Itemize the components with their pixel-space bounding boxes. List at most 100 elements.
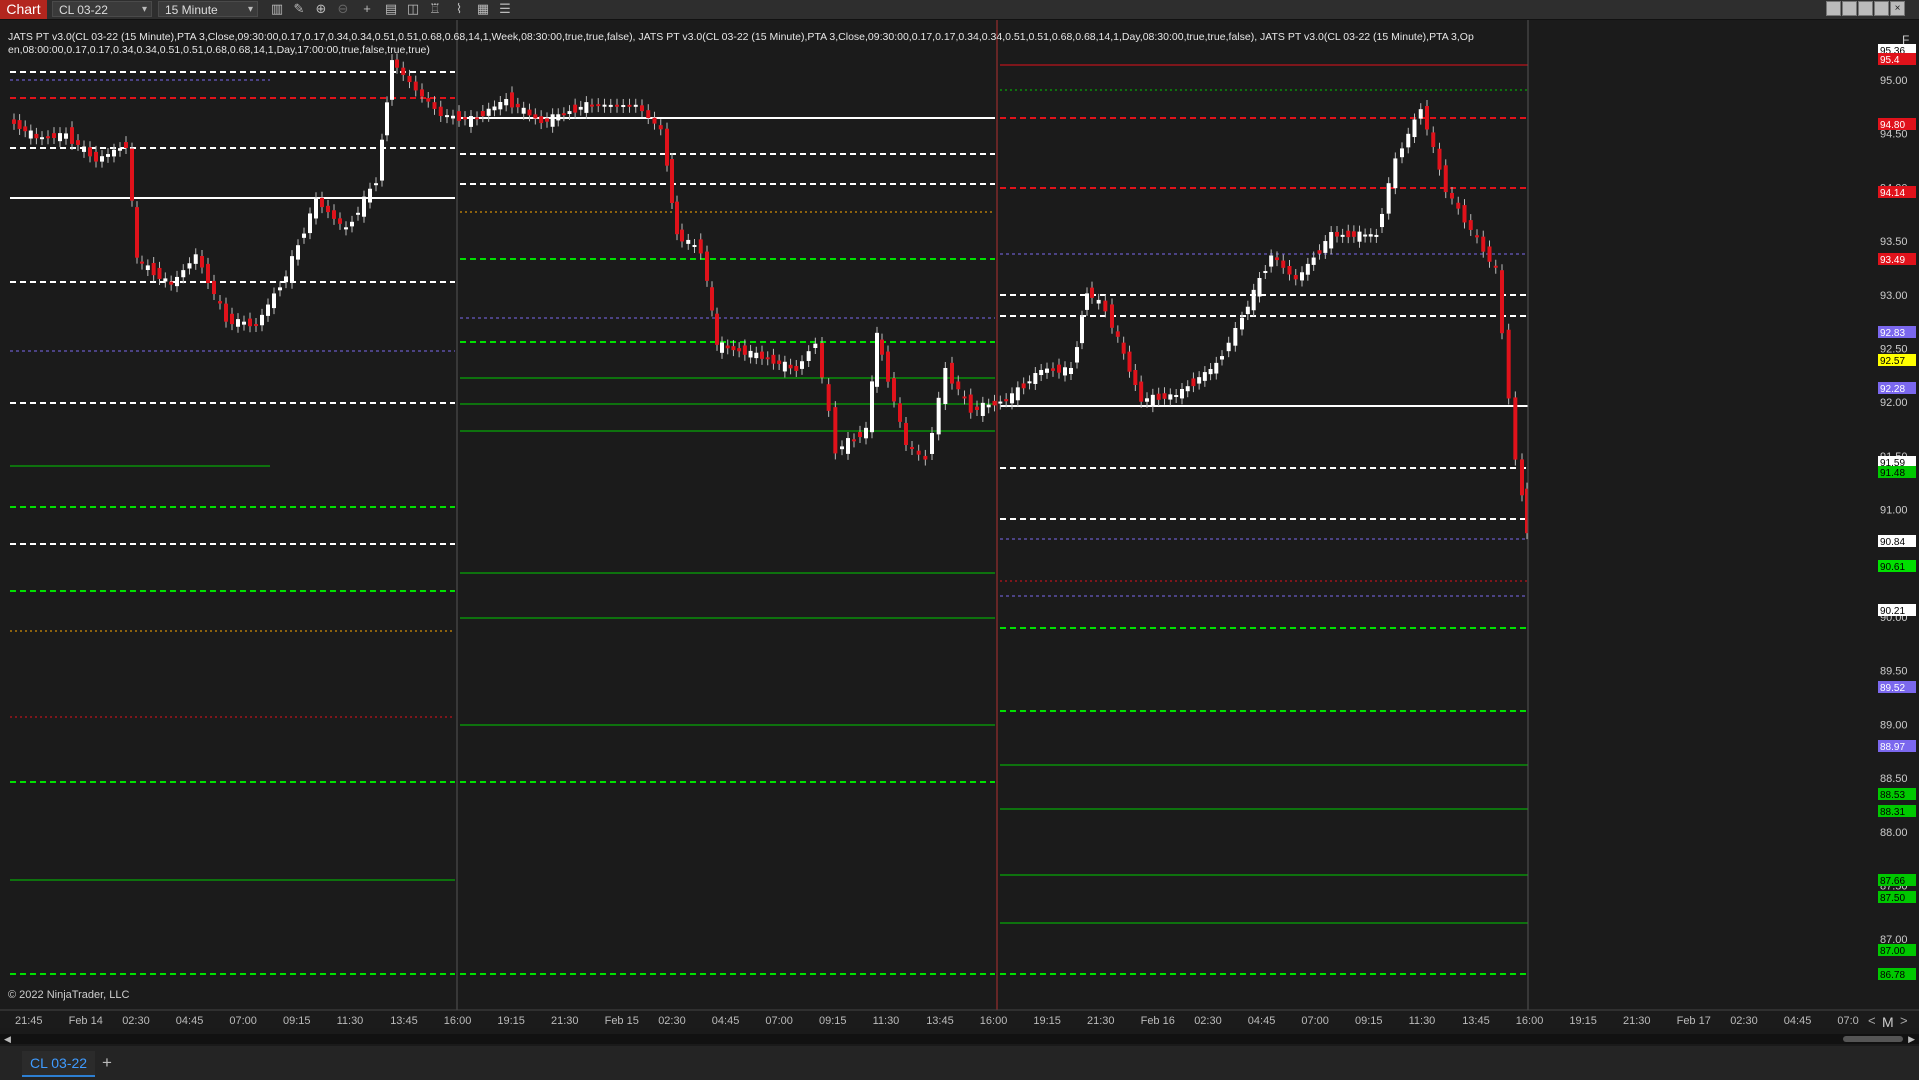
price-marker-label: 89.52 <box>1880 683 1905 694</box>
price-marker-label: 88.53 <box>1880 790 1905 801</box>
candle-body <box>1493 265 1498 268</box>
candle-body <box>515 103 520 108</box>
time-tick-label: Feb 14 <box>69 1015 103 1027</box>
zoom-out-icon[interactable]: ⊖ <box>333 1 353 17</box>
window-icon[interactable] <box>1874 1 1889 16</box>
candle-body <box>1374 234 1379 237</box>
crosshair-icon[interactable]: + <box>357 1 377 17</box>
candle-body <box>498 101 503 110</box>
candle-body <box>1127 351 1132 372</box>
candle-body <box>633 104 638 107</box>
candle-body <box>806 351 811 361</box>
candle-body <box>1335 231 1339 237</box>
time-tick-label: 07:0 <box>1837 1015 1858 1027</box>
add-tab-button[interactable]: + <box>102 1051 112 1075</box>
candle-body <box>923 455 928 460</box>
candle-body <box>771 354 776 364</box>
candle-body <box>665 128 669 166</box>
candle-body <box>1202 372 1207 381</box>
time-tick-label: 21:30 <box>551 1015 579 1027</box>
scroll-left-icon[interactable]: ◀ <box>4 1034 11 1044</box>
time-tick-label: Feb 17 <box>1677 1015 1711 1027</box>
candle-body <box>1462 205 1467 223</box>
candle-body <box>646 110 651 119</box>
candle-body <box>413 81 418 91</box>
price-chart[interactable]: 95.0094.5094.0093.5093.0092.5092.0091.50… <box>0 20 1919 1028</box>
price-marker-label: 87.00 <box>1880 946 1905 957</box>
candle-body <box>1305 263 1310 275</box>
candle-body <box>151 263 156 276</box>
candle-body <box>1208 368 1213 375</box>
candle-body <box>846 438 850 454</box>
maximize-icon[interactable] <box>1858 1 1873 16</box>
scrollbar-thumb[interactable] <box>1843 1036 1903 1042</box>
scroll-right-icon[interactable]: ▶ <box>1908 1034 1915 1044</box>
candle-body <box>469 116 473 127</box>
candle-body <box>1121 342 1126 354</box>
calculator-icon[interactable]: ▦ <box>473 1 493 17</box>
chevron-left-icon[interactable]: < <box>1868 1013 1876 1028</box>
candle-body <box>956 381 961 390</box>
candle-body <box>1475 235 1479 238</box>
time-tick-label: 09:15 <box>819 1015 847 1027</box>
time-tick-label: 11:30 <box>873 1015 900 1027</box>
price-marker-label: 87.50 <box>1880 893 1905 904</box>
candle-body <box>742 345 747 355</box>
candle-body <box>23 126 28 132</box>
chevron-right-icon[interactable]: > <box>1900 1013 1908 1028</box>
candle-body <box>395 59 399 68</box>
candle-body <box>1506 329 1511 399</box>
candle-body <box>308 213 312 234</box>
price-marker-label: 94.14 <box>1880 188 1905 199</box>
indicators-icon[interactable]: ⌇ <box>449 1 469 17</box>
candle-body <box>533 114 538 119</box>
candle-body <box>169 281 174 285</box>
minimize-icon[interactable] <box>1826 1 1841 16</box>
candle-body <box>567 111 572 114</box>
candle-body <box>1393 158 1398 189</box>
time-tick-label: 19:15 <box>497 1015 525 1027</box>
candle-body <box>1039 369 1044 376</box>
candle-body <box>290 256 294 283</box>
candle-body <box>218 301 222 304</box>
strategies-icon[interactable]: ♖ <box>425 1 445 17</box>
candle-body <box>1323 241 1328 253</box>
instrument-selector[interactable]: CL 03-22 ▾ <box>52 1 152 17</box>
candle-body <box>46 136 50 139</box>
time-tick-label: 16:00 <box>980 1015 1008 1027</box>
close-icon[interactable]: × <box>1890 1 1905 16</box>
tab-cl-03-22[interactable]: CL 03-22 <box>22 1051 96 1077</box>
candle-body <box>875 332 879 387</box>
interval-selector[interactable]: 15 Minute ▾ <box>158 1 258 17</box>
candle-body <box>401 67 406 75</box>
time-tick-label: Feb 16 <box>1141 1015 1175 1027</box>
restore-icon[interactable] <box>1842 1 1857 16</box>
candle-body <box>1033 373 1038 384</box>
list-icon[interactable]: ☰ <box>495 1 515 17</box>
properties-icon[interactable]: ◫ <box>403 1 423 17</box>
bar-type-icon[interactable]: ▥ <box>267 1 287 17</box>
chart-mode-label[interactable]: M <box>1882 1014 1894 1030</box>
draw-pencil-icon[interactable]: ✎ <box>289 1 309 17</box>
candle-body <box>820 343 824 378</box>
app-title[interactable]: Chart <box>0 0 47 19</box>
candle-body <box>1245 306 1250 315</box>
chart-panel[interactable]: 95.0094.5094.0093.5093.0092.5092.0091.50… <box>0 20 1919 1028</box>
candle-body <box>550 114 555 127</box>
price-marker-label: 90.61 <box>1880 562 1905 573</box>
candle-body <box>1162 393 1167 399</box>
time-tick-label: 02:30 <box>1194 1015 1222 1027</box>
candle-body <box>451 115 455 119</box>
zoom-in-icon[interactable]: ⊕ <box>311 1 331 17</box>
horizontal-scrollbar[interactable]: ◀ ▶ <box>0 1034 1919 1044</box>
candle-body <box>1150 394 1155 407</box>
candle-body <box>1481 236 1486 252</box>
price-marker-label: 93.49 <box>1880 255 1905 266</box>
candle-body <box>426 97 431 102</box>
candle-body <box>380 139 384 181</box>
candle-body <box>1110 304 1114 328</box>
candle-body <box>356 212 360 215</box>
data-box-icon[interactable]: ▤ <box>381 1 401 17</box>
candle-body <box>135 207 139 258</box>
chevron-down-icon: ▾ <box>141 4 147 15</box>
